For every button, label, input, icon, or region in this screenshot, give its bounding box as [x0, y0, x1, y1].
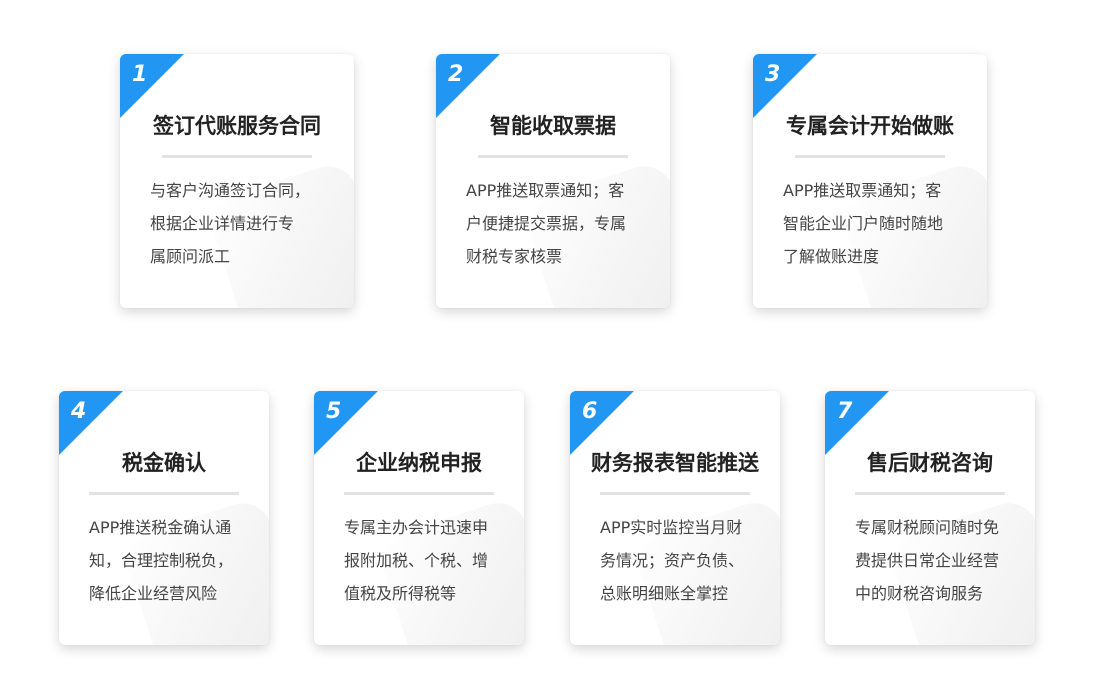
description-line: APP实时监控当月财: [600, 518, 743, 537]
description-line: 了解做账进度: [783, 247, 880, 266]
description-line: 与客户沟通签订合同，: [150, 181, 311, 200]
step-number-corner: [825, 391, 889, 455]
step-number: 2: [448, 62, 464, 87]
title-divider: [478, 155, 628, 158]
description-line: 专属主办会计迅速申: [344, 518, 489, 537]
step-title: 财务报表智能推送: [591, 451, 759, 475]
step-card-3: 3 专属会计开始做账 APP推送取票通知；客 智能企业门户随时随地 了解做账进度: [753, 54, 987, 308]
step-description: 专属主办会计迅速申 报附加税、个税、增 值税及所得税等: [344, 511, 508, 610]
description-line: 务情况；资产负债、: [600, 551, 745, 570]
step-title: 智能收取票据: [490, 114, 616, 138]
description-line: 属顾问派工: [150, 247, 231, 266]
step-title: 专属会计开始做账: [786, 114, 954, 138]
step-card-2: 2 智能收取票据 APP推送取票通知；客 户便捷提交票据，专属 财税专家核票: [436, 54, 670, 308]
step-description: APP实时监控当月财 务情况；资产负债、 总账明细账全掌控: [600, 511, 764, 610]
step-card-1: 1 签订代账服务合同 与客户沟通签订合同， 根据企业详情进行专 属顾问派工: [120, 54, 354, 308]
description-line: 财税专家核票: [466, 247, 563, 266]
step-number-corner: [436, 54, 500, 118]
step-card-4: 4 税金确认 APP推送税金确认通 知，合理控制税负， 降低企业经营风险: [59, 391, 269, 645]
step-number-corner: [120, 54, 184, 118]
title-divider: [600, 492, 750, 495]
step-number-corner: [753, 54, 817, 118]
title-divider: [855, 492, 1005, 495]
title-divider: [795, 155, 945, 158]
description-line: 费提供日常企业经营: [855, 551, 1000, 570]
description-line: 户便捷提交票据，专属: [466, 214, 627, 233]
description-line: 降低企业经营风险: [89, 584, 218, 603]
step-description: 与客户沟通签订合同， 根据企业详情进行专 属顾问派工: [150, 174, 338, 273]
step-title: 售后财税咨询: [867, 451, 993, 475]
step-title: 税金确认: [122, 451, 206, 475]
title-divider: [344, 492, 494, 495]
step-number: 4: [71, 399, 87, 424]
step-card-6: 6 财务报表智能推送 APP实时监控当月财 务情况；资产负债、 总账明细账全掌控: [570, 391, 780, 645]
step-number: 3: [765, 62, 781, 87]
description-line: 总账明细账全掌控: [600, 584, 729, 603]
step-title: 企业纳税申报: [356, 451, 482, 475]
step-number-corner: [570, 391, 634, 455]
step-description: APP推送税金确认通 知，合理控制税负， 降低企业经营风险: [89, 511, 253, 610]
step-number: 7: [837, 399, 853, 424]
title-divider: [162, 155, 312, 158]
process-steps: 1 签订代账服务合同 与客户沟通签订合同， 根据企业详情进行专 属顾问派工 2 …: [0, 0, 1100, 683]
step-number: 5: [326, 399, 342, 424]
step-card-5: 5 企业纳税申报 专属主办会计迅速申 报附加税、个税、增 值税及所得税等: [314, 391, 524, 645]
step-number: 1: [132, 62, 148, 87]
description-line: APP推送取票通知；客: [783, 181, 942, 200]
description-line: 知，合理控制税负，: [89, 551, 234, 570]
description-line: APP推送税金确认通: [89, 518, 232, 537]
description-line: 智能企业门户随时随地: [783, 214, 944, 233]
step-number-corner: [59, 391, 123, 455]
description-line: 中的财税咨询服务: [855, 584, 984, 603]
description-line: 报附加税、个税、增: [344, 551, 489, 570]
step-description: APP推送取票通知；客 智能企业门户随时随地 了解做账进度: [783, 174, 971, 273]
step-description: 专属财税顾问随时免 费提供日常企业经营 中的财税咨询服务: [855, 511, 1019, 610]
step-card-7: 7 售后财税咨询 专属财税顾问随时免 费提供日常企业经营 中的财税咨询服务: [825, 391, 1035, 645]
step-number-corner: [314, 391, 378, 455]
description-line: 值税及所得税等: [344, 584, 457, 603]
description-line: APP推送取票通知；客: [466, 181, 625, 200]
description-line: 专属财税顾问随时免: [855, 518, 1000, 537]
step-description: APP推送取票通知；客 户便捷提交票据，专属 财税专家核票: [466, 174, 654, 273]
step-title: 签订代账服务合同: [153, 114, 321, 138]
step-number: 6: [582, 399, 598, 424]
description-line: 根据企业详情进行专: [150, 214, 295, 233]
title-divider: [89, 492, 239, 495]
